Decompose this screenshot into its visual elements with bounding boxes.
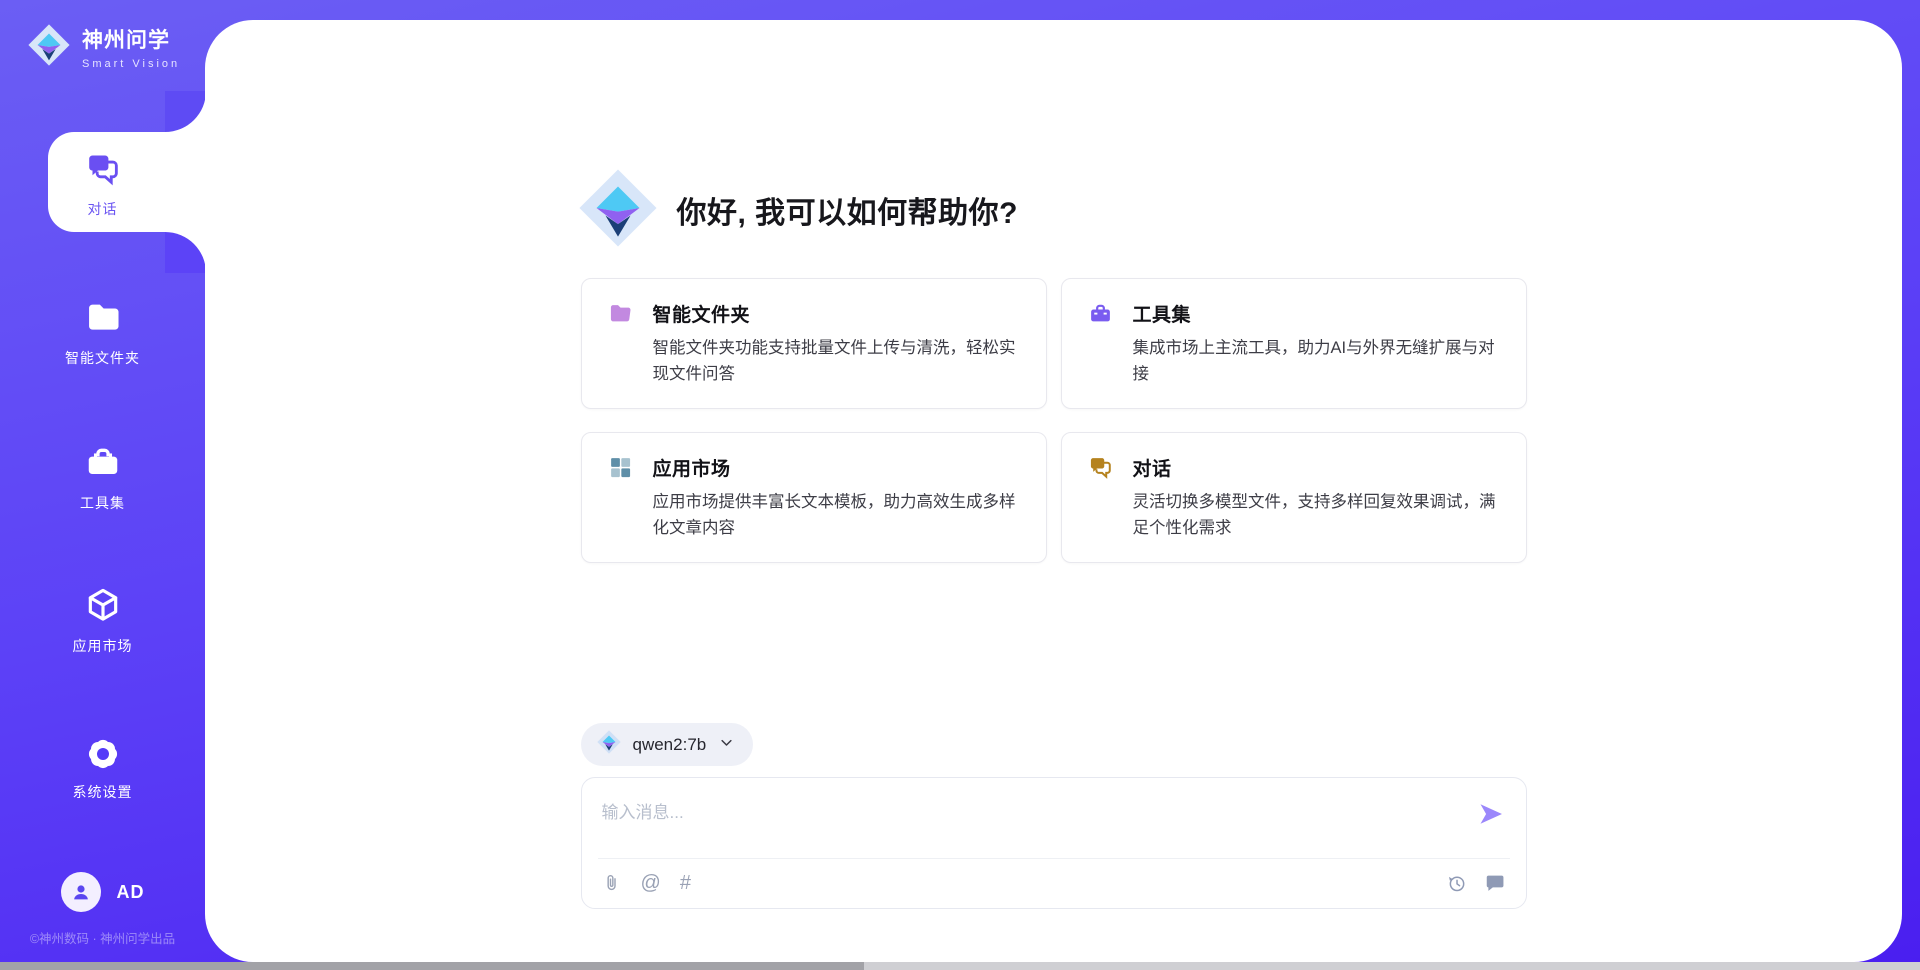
card-description: 灵活切换多模型文件，支持多样回复效果调试，满足个性化需求 [1133,490,1502,541]
chat-icon [84,150,122,188]
feature-cards: 智能文件夹 智能文件夹功能支持批量文件上传与清洗，轻松实现文件问答 工具集 集成… [581,278,1527,563]
send-button[interactable] [1476,800,1506,830]
chat-bubble-icon [1484,872,1506,894]
attach-file-button[interactable] [602,872,622,894]
bottom-edge-bar [0,962,1920,970]
avatar [61,872,101,912]
chevron-down-icon [719,735,734,755]
card-chat[interactable]: 对话 灵活切换多模型文件，支持多样回复效果调试，满足个性化需求 [1061,432,1527,563]
message-composer: @ # [581,777,1527,909]
composer-right-tools [1446,872,1506,894]
composer-left-tools: @ # [602,872,691,894]
model-diamond-icon [596,729,622,760]
folder-icon [608,301,633,326]
toolbox-icon [84,443,122,481]
folder-icon [84,298,122,336]
greeting-diamond-icon [575,165,661,256]
card-description: 智能文件夹功能支持批量文件上传与清洗，轻松实现文件问答 [653,336,1022,387]
sidebar-item-label: 工具集 [0,493,205,513]
app-logo: 神州问学 Smart Vision [26,22,205,73]
message-input[interactable] [602,792,1476,850]
tab-fillet-bottom [165,232,206,273]
sidebar-item-label: 应用市场 [0,636,205,656]
brand-diamond-icon [26,22,72,73]
sidebar-item-app-market[interactable]: 应用市场 [0,576,205,656]
history-clock-icon [1446,873,1467,894]
mention-button[interactable]: @ [641,873,661,893]
send-icon [1477,800,1505,828]
user-account[interactable]: AD [0,872,205,912]
grid-icon [608,455,633,480]
toolbox-icon [1088,301,1113,326]
card-app-market[interactable]: 应用市场 应用市场提供丰富长文本模板，助力高效生成多样化文章内容 [581,432,1047,563]
sidebar: 神州问学 Smart Vision 对话 智能文件夹 [0,0,205,970]
card-title: 应用市场 [653,454,731,481]
card-title: 对话 [1133,454,1172,481]
greeting: 你好, 我可以如何帮助你? [575,165,1527,255]
at-icon: @ [641,873,661,893]
sidebar-item-label: 系统设置 [0,782,205,802]
sidebar-item-toolset[interactable]: 工具集 [0,433,205,513]
tab-fillet-top [165,91,206,132]
main-content: 你好, 我可以如何帮助你? 智能文件夹 智能文件夹功能支持批量文件上传与清洗，轻… [205,20,1902,950]
cube-icon [84,586,122,624]
card-title: 智能文件夹 [653,300,751,327]
model-name: qwen2:7b [633,735,707,755]
paperclip-icon [602,872,622,894]
app-subtitle: Smart Vision [82,58,180,70]
sidebar-item-label: 对话 [0,199,205,219]
card-description: 应用市场提供丰富长文本模板，助力高效生成多样化文章内容 [653,490,1022,541]
history-button[interactable] [1446,873,1467,894]
model-selector[interactable]: qwen2:7b [581,723,754,766]
card-description: 集成市场上主流工具，助力AI与外界无缝扩展与对接 [1133,336,1502,387]
user-name: AD [117,882,145,903]
card-smart-folder[interactable]: 智能文件夹 智能文件夹功能支持批量文件上传与清洗，轻松实现文件问答 [581,278,1047,409]
person-icon [69,880,93,904]
copyright-text: ©神州数码 · 神州问学出品 [0,928,205,947]
feedback-button[interactable] [1484,872,1506,894]
sidebar-item-settings[interactable]: 系统设置 [0,725,205,802]
card-title: 工具集 [1133,300,1192,327]
gear-icon [84,735,122,773]
app-name: 神州问学 [82,29,170,52]
chat-icon [1088,455,1113,480]
composer-divider [598,858,1510,859]
sidebar-item-smart-folder[interactable]: 智能文件夹 [0,288,205,368]
hashtag-button[interactable]: # [680,873,691,893]
hash-icon: # [680,873,691,893]
card-toolset[interactable]: 工具集 集成市场上主流工具，助力AI与外界无缝扩展与对接 [1061,278,1527,409]
sidebar-item-chat[interactable]: 对话 [0,140,205,219]
greeting-title: 你好, 我可以如何帮助你? [677,188,1019,232]
sidebar-item-label: 智能文件夹 [0,348,205,368]
